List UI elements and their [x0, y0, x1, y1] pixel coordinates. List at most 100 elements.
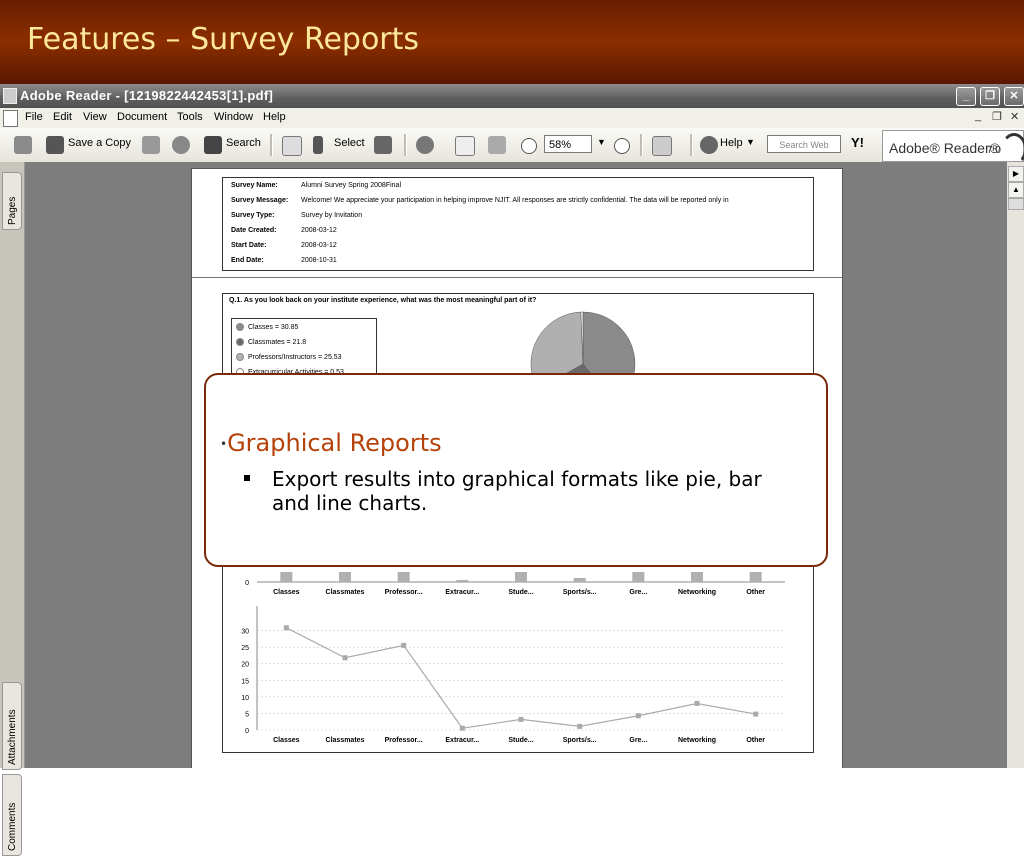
bar-category-label: Other: [746, 589, 765, 596]
binoculars-icon: [204, 136, 222, 154]
print-icon[interactable]: [142, 136, 160, 154]
help-button[interactable]: Help: [720, 137, 743, 149]
minimize-button[interactable]: _: [956, 87, 976, 106]
bar: [397, 572, 410, 582]
hand-tool-icon[interactable]: [282, 136, 302, 156]
vertical-scrollbar[interactable]: ▶ ▲: [1007, 162, 1024, 768]
yahoo-search-button[interactable]: Y!: [851, 135, 864, 150]
doc-minimize-icon[interactable]: _: [975, 110, 981, 122]
info-label: End Date:: [231, 257, 264, 264]
window-title: Adobe Reader - [1219822442453[1].pdf]: [20, 88, 274, 103]
save-copy-icon[interactable]: [46, 136, 64, 154]
close-button[interactable]: ✕: [1004, 87, 1024, 106]
line-category-label: Sports/s...: [563, 737, 597, 744]
bar: [515, 572, 527, 582]
line-point: [459, 725, 465, 731]
fit-width-icon[interactable]: [488, 136, 506, 154]
comments-tab-label: Comments: [7, 802, 18, 851]
search-button[interactable]: Search: [226, 137, 261, 149]
menu-window[interactable]: Window: [214, 111, 253, 123]
window-titlebar[interactable]: Adobe Reader - [1219822442453[1].pdf] _ …: [0, 84, 1024, 108]
comments-tab[interactable]: Comments: [2, 774, 22, 856]
bar: [280, 572, 293, 582]
line-category-label: Classes: [273, 737, 300, 744]
bar-category-label: Sports/s...: [563, 589, 597, 596]
pages-tab[interactable]: Pages: [2, 172, 22, 230]
scroll-up-icon[interactable]: ▲: [1008, 182, 1024, 198]
bar-tick-label: 0: [245, 580, 249, 587]
square-bullet: [244, 475, 250, 481]
document-icon: [3, 110, 18, 127]
callout-subitem: Export results into graphical formats li…: [244, 467, 782, 515]
snapshot-icon[interactable]: [374, 136, 392, 154]
info-value: Survey by Invitation: [301, 212, 363, 219]
slide-title: Features – Survey Reports: [27, 22, 420, 57]
save-copy-button[interactable]: Save a Copy: [68, 137, 131, 149]
rotate-page-icon[interactable]: [652, 136, 672, 156]
menu-view[interactable]: View: [83, 111, 107, 123]
callout-subtext: Export results into graphical formats li…: [272, 467, 762, 515]
bar: [632, 572, 645, 582]
line-point: [342, 655, 348, 661]
line-tick-label: 0: [245, 728, 249, 735]
line-tick-label: 30: [241, 629, 249, 636]
menu-edit[interactable]: Edit: [53, 111, 72, 123]
line-tick-label: 20: [241, 662, 249, 669]
bar-category-label: Classmates: [326, 589, 365, 596]
zoom-in-icon[interactable]: [416, 136, 434, 154]
search-web-input[interactable]: Search Web: [767, 135, 841, 153]
zoom-plus-icon[interactable]: [614, 138, 630, 154]
menu-help[interactable]: Help: [263, 111, 286, 123]
bar-category-label: Professor...: [385, 589, 423, 596]
doc-close-icon[interactable]: ✕: [1010, 110, 1019, 123]
callout-heading: Graphical Reports: [227, 429, 442, 457]
line-point: [635, 713, 641, 719]
adobe-reader-brand: Adobe® Reader® 7.0: [882, 130, 1024, 162]
bar-category-label: Stude...: [508, 589, 533, 596]
line-tick-label: 25: [241, 645, 249, 652]
menu-file[interactable]: File: [25, 111, 43, 123]
bar: [339, 572, 351, 582]
help-icon: [700, 136, 718, 154]
brand-version: 7.0: [987, 145, 1001, 156]
menu-tools[interactable]: Tools: [177, 111, 203, 123]
menu-document[interactable]: Document: [117, 111, 167, 123]
scroll-thumb[interactable]: [1008, 198, 1024, 210]
brand-text: Adobe® Reader®: [889, 140, 1000, 156]
line-point: [518, 716, 524, 722]
toolbar-separator: [270, 134, 273, 156]
zoom-out-icon[interactable]: [521, 138, 537, 154]
info-label: Start Date:: [231, 242, 267, 249]
email-icon[interactable]: [172, 136, 190, 154]
line-category-label: Professor...: [385, 737, 423, 744]
line-category-label: Networking: [678, 737, 716, 744]
toolbar-separator: [690, 134, 693, 156]
zoom-dropdown-icon[interactable]: ▼: [597, 137, 606, 147]
scroll-next-page-icon[interactable]: ▶: [1008, 166, 1024, 182]
pages-tab-label: Pages: [7, 196, 18, 225]
callout-heading-item: •Graphical Reports: [220, 429, 442, 457]
bar: [456, 580, 469, 582]
attachments-tab[interactable]: Attachments: [2, 682, 22, 770]
line-category-label: Gre...: [629, 737, 647, 744]
line-category-label: Other: [746, 737, 765, 744]
bar: [573, 578, 586, 582]
line-tick-label: 10: [241, 695, 249, 702]
restore-button[interactable]: ❐: [980, 87, 1000, 106]
open-icon[interactable]: [14, 136, 32, 154]
select-tool-button[interactable]: Select: [334, 137, 365, 149]
doc-restore-icon[interactable]: ❐: [992, 110, 1002, 123]
help-dropdown-icon[interactable]: ▼: [746, 137, 755, 147]
line-tick-label: 15: [241, 678, 249, 685]
info-label: Survey Message:: [231, 197, 289, 204]
bar: [691, 572, 703, 582]
fit-page-icon[interactable]: [455, 136, 475, 156]
bar: [749, 572, 762, 582]
bar-category-label: Extracur...: [445, 589, 479, 596]
main-toolbar: Save a Copy Search Select 58% ▼ Help ▼ S…: [0, 128, 1024, 163]
menu-bar: File Edit View Document Tools Window Hel…: [0, 108, 1024, 128]
zoom-level-field[interactable]: 58%: [544, 135, 592, 153]
toolbar-separator: [640, 134, 643, 156]
line-tick-label: 5: [245, 711, 249, 718]
slide-header: Features – Survey Reports: [0, 0, 1024, 84]
